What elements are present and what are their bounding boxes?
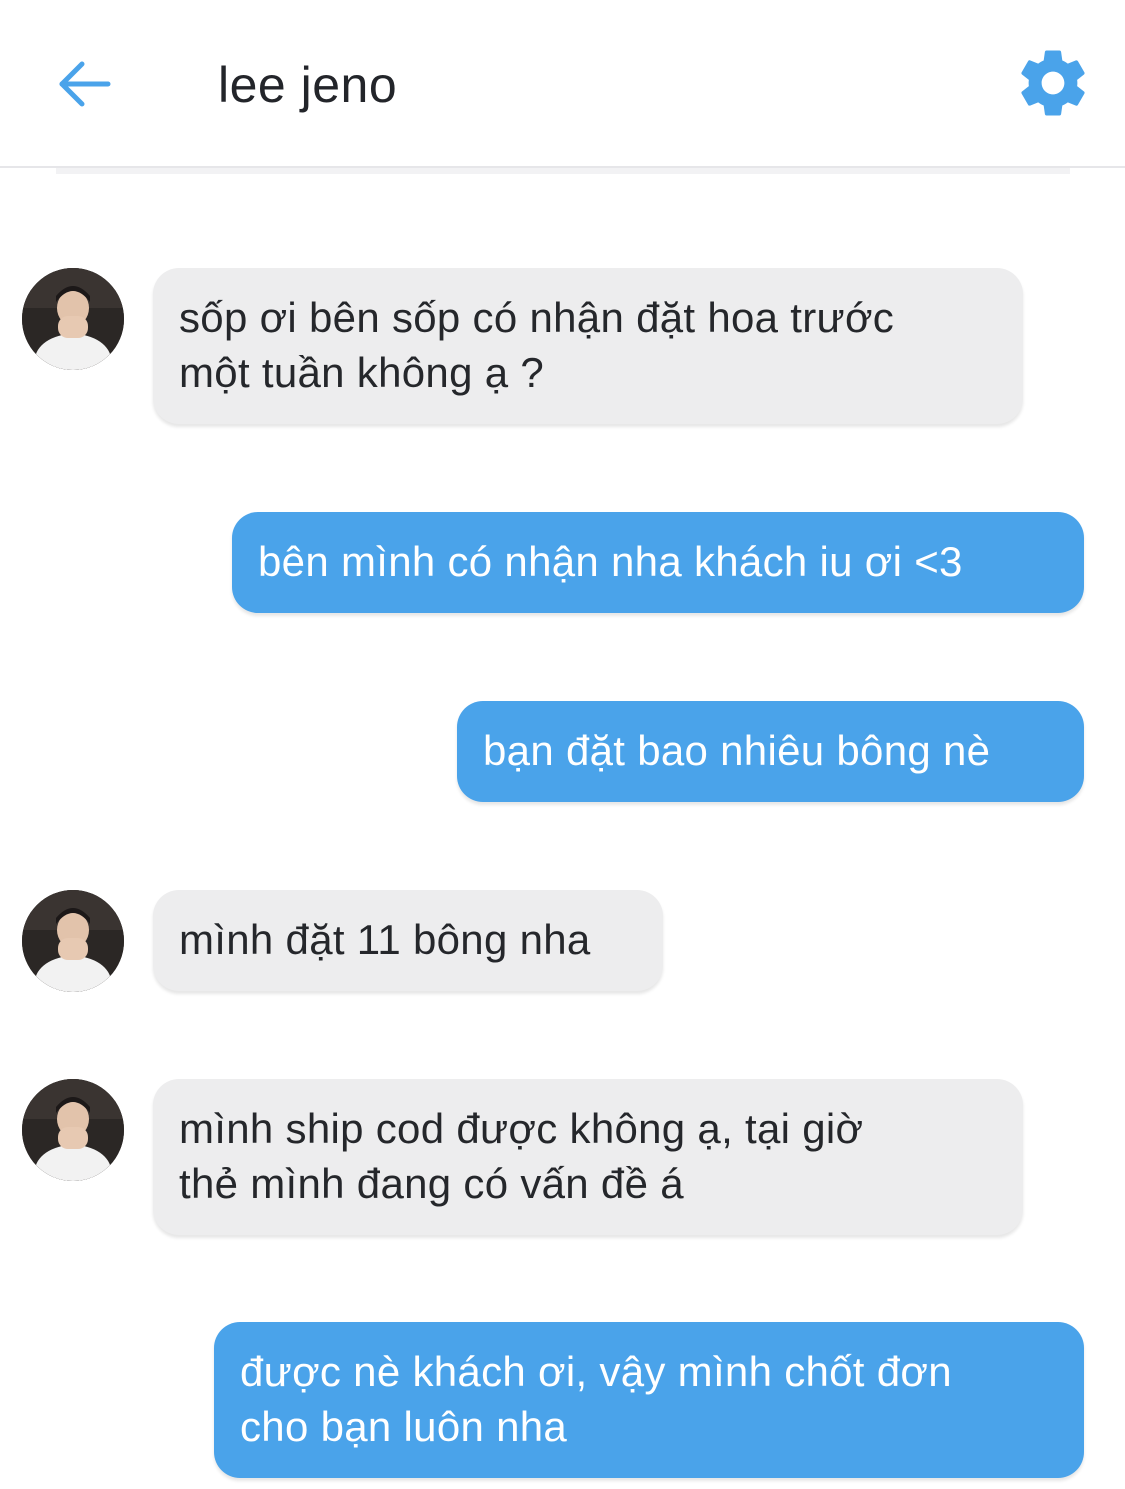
back-button[interactable] [54,54,114,114]
message-bubble-incoming[interactable]: mình ship cod được không ạ, tại giờ thẻ … [153,1079,1023,1235]
contact-name: lee jeno [218,57,398,113]
message-bubble-outgoing[interactable]: được nè khách ơi, vậy mình chốt đơn cho … [214,1322,1084,1478]
avatar-photo [22,1079,124,1181]
avatar[interactable] [22,268,124,370]
chat-header: lee jeno [0,0,1125,168]
arrow-left-icon [59,61,111,107]
settings-button[interactable] [1014,44,1092,122]
message-bubble-outgoing[interactable]: bạn đặt bao nhiêu bông nè [457,701,1084,802]
avatar[interactable] [22,890,124,992]
message-bubble-incoming[interactable]: mình đặt 11 bông nha [153,890,663,991]
avatar[interactable] [22,1079,124,1181]
message-bubble-incoming[interactable]: sốp ơi bên sốp có nhận đặt hoa trước một… [153,268,1023,424]
message-bubble-outgoing[interactable]: bên mình có nhận nha khách iu ơi <3 [232,512,1084,613]
header-divider [56,168,1070,174]
avatar-photo [22,268,124,370]
avatar-photo [22,890,124,992]
gear-icon [1021,50,1085,116]
